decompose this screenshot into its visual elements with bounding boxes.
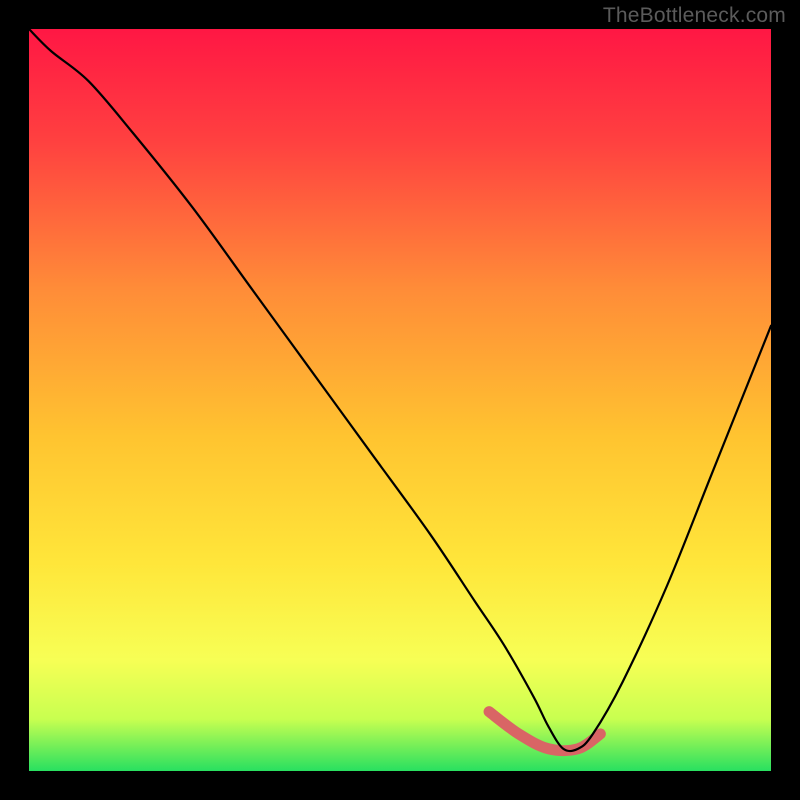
chart-frame: TheBottleneck.com [0,0,800,800]
chart-canvas [0,0,800,800]
